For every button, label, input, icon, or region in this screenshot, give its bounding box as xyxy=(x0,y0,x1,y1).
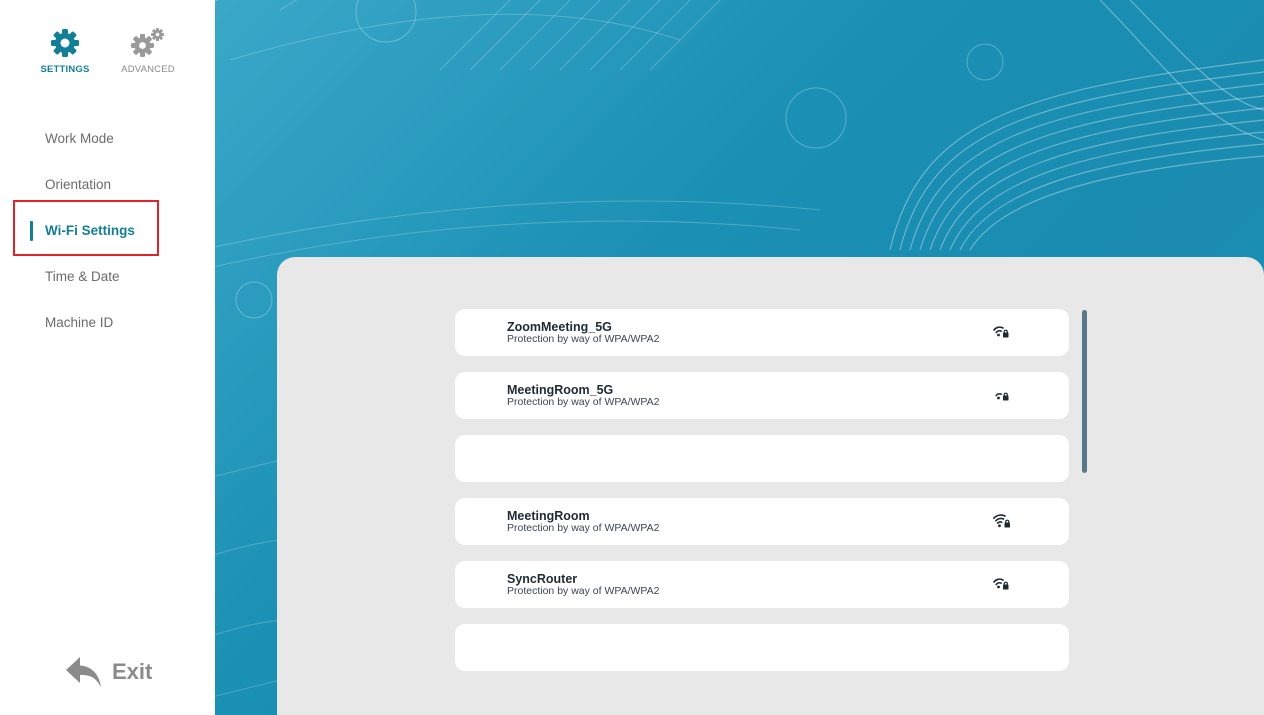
tab-advanced-label: ADVANCED xyxy=(121,64,175,75)
wifi-panel: ZoomMeeting_5G Protection by way of WPA/… xyxy=(277,257,1264,715)
wifi-network-item[interactable]: SyncRouter Protection by way of WPA/WPA2 xyxy=(455,561,1069,608)
gears-icon xyxy=(131,28,164,57)
exit-label: Exit xyxy=(112,659,153,684)
network-name: ZoomMeeting_5G xyxy=(507,320,612,334)
network-name: MeetingRoom xyxy=(507,509,590,523)
menu-item-label: Work Mode xyxy=(45,131,114,146)
top-tabs: SETTINGS ADVANCED xyxy=(0,0,215,100)
tab-settings[interactable]: SETTINGS xyxy=(30,28,100,75)
menu-item-machine-id[interactable]: Machine ID xyxy=(0,300,215,346)
menu-item-time-date[interactable]: Time & Date xyxy=(0,254,215,300)
menu-item-label: Orientation xyxy=(45,177,112,192)
menu-item-work-mode[interactable]: Work Mode xyxy=(0,116,215,162)
network-security: Protection by way of WPA/WPA2 xyxy=(507,585,660,597)
network-name: MeetingRoom_5G xyxy=(507,383,614,397)
wifi-network-item-empty[interactable] xyxy=(455,624,1069,671)
network-security: Protection by way of WPA/WPA2 xyxy=(507,333,660,345)
wifi-lock-icon xyxy=(995,392,1009,401)
network-security: Protection by way of WPA/WPA2 xyxy=(507,522,660,534)
exit-button[interactable]: Exit xyxy=(64,650,152,694)
sidebar: SETTINGS ADVANCED Work Mode Orientation … xyxy=(0,0,215,715)
back-arrow-icon xyxy=(66,657,101,687)
wifi-network-list: ZoomMeeting_5G Protection by way of WPA/… xyxy=(455,309,1069,687)
wifi-network-item[interactable]: MeetingRoom_5G Protection by way of WPA/… xyxy=(455,372,1069,419)
wifi-lock-icon xyxy=(993,578,1009,590)
menu-item-label: Time & Date xyxy=(45,269,120,284)
scrollbar[interactable] xyxy=(1082,310,1087,473)
network-security: Protection by way of WPA/WPA2 xyxy=(507,396,660,408)
wifi-network-item[interactable]: ZoomMeeting_5G Protection by way of WPA/… xyxy=(455,309,1069,356)
tab-advanced[interactable]: ADVANCED xyxy=(113,28,183,75)
network-name: SyncRouter xyxy=(507,572,578,586)
gear-icon xyxy=(51,29,79,57)
menu-item-label: Machine ID xyxy=(45,315,114,330)
wifi-network-item-empty[interactable] xyxy=(455,435,1069,482)
tab-settings-label: SETTINGS xyxy=(40,64,90,75)
wifi-lock-icon xyxy=(993,326,1009,338)
wifi-lock-icon xyxy=(993,514,1010,528)
wifi-network-item[interactable]: MeetingRoom Protection by way of WPA/WPA… xyxy=(455,498,1069,545)
selection-highlight xyxy=(13,200,159,256)
